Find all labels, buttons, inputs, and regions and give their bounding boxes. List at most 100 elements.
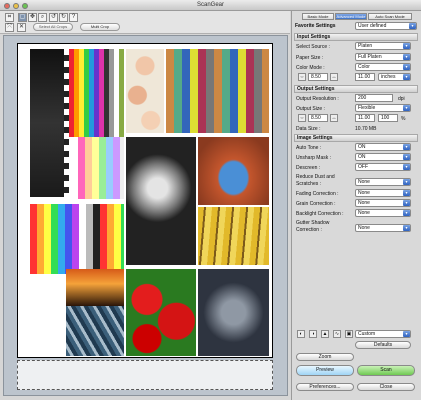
color-preset-value: Custom	[358, 331, 376, 337]
swap-icon[interactable]: ↔	[330, 73, 338, 81]
output-height-field[interactable]: 11.00	[355, 114, 375, 122]
paper-size-value: Full Platen	[358, 54, 382, 60]
input-settings-header[interactable]: Input Settings	[294, 33, 418, 41]
swap-icon[interactable]: ↔	[330, 114, 338, 122]
output-settings-header[interactable]: Output Settings	[294, 85, 418, 93]
reduce-dust-label: Reduce Dust and	[296, 174, 335, 180]
color-checker-photo	[166, 49, 269, 133]
preview-image[interactable]	[17, 43, 273, 358]
chevron-down-icon: ▾	[403, 179, 410, 185]
rotate-left-icon[interactable]: ↺	[49, 13, 58, 22]
backlight-correction-select[interactable]: None ▾	[355, 209, 411, 217]
defaults-button[interactable]: Defaults	[355, 341, 411, 349]
output-resolution-field[interactable]: 200	[355, 94, 393, 102]
data-size-label: Data Size :	[296, 126, 321, 132]
input-height-field[interactable]: 11.00	[355, 73, 375, 81]
gutter-shadow-label-2: Correction :	[296, 227, 322, 233]
contrast-icon[interactable]: ◑	[309, 330, 317, 338]
reduce-dust-value: None	[358, 179, 370, 185]
unsharp-mask-value: ON	[358, 154, 366, 160]
grain-correction-label: Grain Correction :	[296, 201, 336, 207]
help-icon[interactable]: ?	[69, 13, 78, 22]
tab-advanced-mode[interactable]: Advanced Mode	[335, 13, 367, 20]
rotate-right-icon[interactable]: ↻	[59, 13, 68, 22]
pastel-chart	[78, 137, 124, 199]
tab-auto-scan-mode[interactable]: Auto Scan Mode	[368, 13, 412, 20]
favorite-settings-label: Favorite Settings	[295, 23, 336, 29]
color-bars	[30, 204, 124, 274]
input-width-field[interactable]: 8.50	[308, 73, 328, 81]
gutter-shadow-label: Gutter Shadow	[296, 220, 330, 226]
select-icon[interactable]: ▢	[18, 13, 27, 22]
paper-size-select[interactable]: Full Platen ▾	[355, 53, 411, 61]
close-button[interactable]: Close	[357, 383, 415, 391]
chevron-down-icon: ▾	[403, 105, 410, 111]
unit-select[interactable]: inches ▾	[378, 73, 411, 81]
window-title: ScanGear	[196, 2, 224, 8]
chevron-down-icon: ▾	[403, 200, 410, 206]
lock-ratio-icon[interactable]: ⇔	[298, 114, 306, 122]
faces-photo	[126, 49, 164, 133]
dpi-label: dpi	[398, 96, 405, 102]
color-mode-select[interactable]: Color ▾	[355, 63, 411, 71]
gutter-shadow-value: None	[358, 225, 370, 231]
machinery-photo	[198, 269, 269, 356]
select-source-value: Platen	[358, 43, 373, 49]
select-source-label: Select Source :	[296, 44, 330, 50]
abstract-photo	[66, 306, 124, 356]
minimize-window-icon[interactable]	[13, 3, 19, 9]
grain-correction-select[interactable]: None ▾	[355, 199, 411, 207]
output-width-field[interactable]: 8.50	[308, 114, 328, 122]
zoom-icon[interactable]: ⌕	[38, 13, 47, 22]
output-size-value: Flexible	[358, 105, 376, 111]
bw-photo	[126, 137, 196, 265]
chevron-down-icon: ▾	[403, 225, 410, 231]
title-bar: ScanGear	[0, 0, 421, 11]
scan-button[interactable]: Scan	[357, 365, 415, 376]
image-settings-header[interactable]: Image Settings	[294, 134, 418, 142]
histogram-icon[interactable]: ▲	[321, 330, 329, 338]
arch-photo	[198, 137, 269, 205]
select-source-select[interactable]: Platen ▾	[355, 42, 411, 50]
move-icon[interactable]: ✥	[28, 13, 37, 22]
reduce-dust-select[interactable]: None ▾	[355, 178, 411, 186]
color-mode-value: Color	[358, 64, 370, 70]
zoom-button[interactable]: Zoom	[296, 353, 354, 361]
color-preset-select[interactable]: Custom ▾	[355, 330, 411, 338]
zoom-window-icon[interactable]	[22, 3, 28, 9]
output-percent-field[interactable]: 100	[378, 114, 398, 122]
autumn-photo	[198, 207, 269, 265]
gutter-shadow-select[interactable]: None ▾	[355, 224, 411, 232]
fading-correction-select[interactable]: None ▾	[355, 189, 411, 197]
chevron-down-icon: ▾	[403, 164, 410, 170]
sunset-photo	[66, 269, 124, 306]
unit-value: inches	[381, 74, 396, 80]
lock-ratio-icon[interactable]: ⇔	[298, 73, 306, 81]
film-strip	[30, 49, 64, 197]
tab-basic-mode[interactable]: Basic Mode	[302, 13, 334, 20]
auto-tone-select[interactable]: ON ▾	[355, 143, 411, 151]
auto-crop-icon[interactable]: ⤧	[5, 23, 14, 32]
unsharp-mask-select[interactable]: ON ▾	[355, 153, 411, 161]
brightness-icon[interactable]: ◐	[297, 330, 305, 338]
descreen-label: Descreen :	[296, 165, 321, 171]
select-all-crops-button[interactable]: Select All Crops	[33, 23, 73, 31]
preview-button[interactable]: Preview	[296, 365, 354, 376]
chevron-down-icon: ▾	[403, 331, 410, 337]
close-window-icon[interactable]	[4, 3, 10, 9]
tone-curve-icon[interactable]: ∿	[333, 330, 341, 338]
chevron-down-icon: ▾	[403, 74, 410, 80]
crop-icon[interactable]: ⌗	[5, 13, 14, 22]
threshold-icon[interactable]: ▣	[345, 330, 353, 338]
remove-crop-icon[interactable]: ✕	[17, 23, 26, 32]
multi-crop-button[interactable]: Multi Crop	[80, 23, 120, 31]
descreen-select[interactable]: OFF ▾	[355, 163, 411, 171]
favorite-settings-select[interactable]: User defined ▾	[355, 22, 417, 30]
auto-tone-label: Auto Tone :	[296, 145, 322, 151]
backlight-correction-label: Backlight Correction :	[296, 211, 344, 217]
color-chart	[69, 49, 124, 137]
preferences-button[interactable]: Preferences...	[296, 383, 354, 391]
percent-icon: %	[401, 116, 406, 122]
output-size-select[interactable]: Flexible ▾	[355, 104, 411, 112]
chevron-down-icon: ▾	[409, 23, 416, 29]
